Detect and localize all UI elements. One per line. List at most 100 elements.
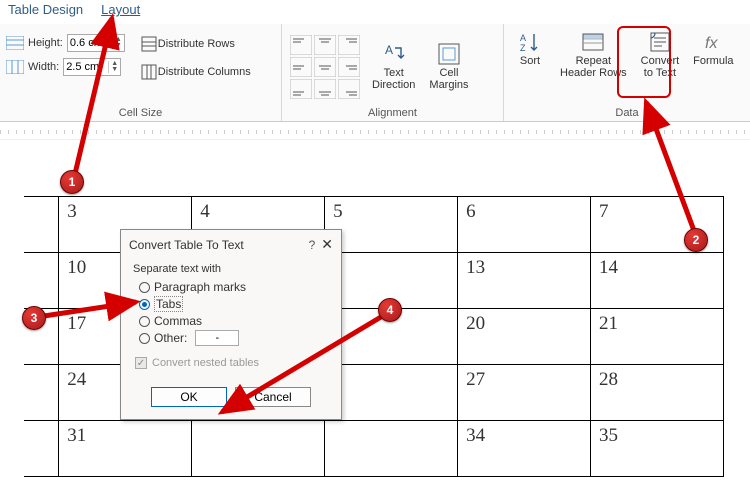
- table-cell[interactable]: 27: [458, 365, 591, 421]
- table-cell[interactable]: [325, 421, 458, 477]
- row-height-input[interactable]: [68, 37, 112, 49]
- ok-button[interactable]: OK: [151, 387, 227, 407]
- cell-margins-icon: [437, 42, 461, 66]
- text-direction-button[interactable]: A Text Direction: [368, 40, 419, 93]
- tab-layout[interactable]: Layout: [101, 2, 140, 22]
- table-row: 31 34 35: [24, 421, 724, 477]
- alignment-grid[interactable]: [288, 33, 362, 101]
- radio-icon: [139, 282, 150, 293]
- table-cell[interactable]: 34: [458, 421, 591, 477]
- radio-label: Paragraph marks: [154, 280, 246, 294]
- group-label-data: Data: [510, 105, 744, 119]
- dialog-help-button[interactable]: ?: [309, 238, 316, 252]
- radio-other[interactable]: Other:: [133, 329, 329, 347]
- table-cell[interactable]: 13: [458, 253, 591, 309]
- convert-to-text-icon: [648, 30, 672, 54]
- table-cell[interactable]: [24, 421, 59, 477]
- align-mc-icon[interactable]: [314, 57, 336, 77]
- repeat-header-rows-button[interactable]: Repeat Header Rows: [556, 28, 631, 81]
- row-height-label: Height:: [28, 37, 63, 49]
- annotation-badge-2: 2: [684, 228, 708, 252]
- convert-to-text-label: Convert to Text: [641, 55, 680, 79]
- table-cell[interactable]: 20: [458, 309, 591, 365]
- checkbox-label: Convert nested tables: [152, 357, 259, 369]
- table-cell[interactable]: 28: [591, 365, 724, 421]
- svg-text:A: A: [520, 33, 526, 43]
- cancel-button[interactable]: Cancel: [235, 387, 311, 407]
- radio-tabs[interactable]: Tabs: [133, 295, 329, 313]
- annotation-badge-3: 3: [22, 306, 46, 330]
- align-ml-icon[interactable]: [290, 57, 312, 77]
- tab-table-design[interactable]: Table Design: [8, 2, 83, 22]
- radio-icon: [139, 316, 150, 327]
- radio-paragraph-marks[interactable]: Paragraph marks: [133, 279, 329, 295]
- radio-label: Tabs: [154, 296, 183, 312]
- align-bc-icon[interactable]: [314, 79, 336, 99]
- table-cell[interactable]: [24, 253, 59, 309]
- table-cell[interactable]: [24, 365, 59, 421]
- radio-icon: [139, 299, 150, 310]
- group-cell-size: Height: ▲▼ Width: ▲▼: [0, 24, 282, 121]
- column-width-control[interactable]: Width: ▲▼: [6, 58, 125, 76]
- convert-to-text-button[interactable]: Convert to Text: [637, 28, 684, 81]
- align-tr-icon[interactable]: [338, 35, 360, 55]
- cell-margins-button[interactable]: Cell Margins: [425, 40, 472, 93]
- row-height-control[interactable]: Height: ▲▼: [6, 34, 125, 52]
- separator-group-label: Separate text with: [133, 263, 329, 275]
- group-data: AZ Sort Repeat Header Rows Convert to Te…: [504, 24, 750, 121]
- radio-commas[interactable]: Commas: [133, 313, 329, 329]
- distribute-columns-icon: [141, 64, 157, 80]
- ribbon-tabs: Table Design Layout: [0, 0, 750, 24]
- table-cell[interactable]: [192, 421, 325, 477]
- radio-label: Commas: [154, 314, 202, 328]
- table-cell[interactable]: 21: [591, 309, 724, 365]
- svg-text:fx: fx: [705, 35, 718, 52]
- table-cell[interactable]: 35: [591, 421, 724, 477]
- convert-table-to-text-dialog: Convert Table To Text ? ✕ Separate text …: [120, 229, 342, 420]
- formula-icon: fx: [701, 30, 725, 54]
- formula-label: Formula: [693, 55, 733, 67]
- align-tl-icon[interactable]: [290, 35, 312, 55]
- table-cell[interactable]: [24, 197, 59, 253]
- row-height-spinner[interactable]: ▲▼: [67, 34, 125, 52]
- text-direction-label: Text Direction: [372, 67, 415, 91]
- column-width-spinner[interactable]: ▲▼: [63, 58, 121, 76]
- column-width-input[interactable]: [64, 61, 108, 73]
- align-br-icon[interactable]: [338, 79, 360, 99]
- formula-button[interactable]: fx Formula: [689, 28, 737, 69]
- sort-button[interactable]: AZ Sort: [510, 28, 550, 69]
- cell-margins-label: Cell Margins: [429, 67, 468, 91]
- repeat-header-label: Repeat Header Rows: [560, 55, 627, 79]
- other-separator-input[interactable]: [195, 330, 239, 346]
- distribute-columns-label: Distribute Columns: [158, 66, 251, 78]
- annotation-badge-1: 1: [60, 170, 84, 194]
- align-tc-icon[interactable]: [314, 35, 336, 55]
- dialog-close-button[interactable]: ✕: [321, 236, 333, 253]
- column-width-label: Width:: [28, 61, 59, 73]
- table-cell[interactable]: 5: [325, 197, 458, 253]
- dialog-title: Convert Table To Text: [129, 238, 303, 252]
- table-cell[interactable]: 31: [59, 421, 192, 477]
- distribute-columns-button[interactable]: Distribute Columns: [137, 62, 255, 82]
- sort-label: Sort: [520, 55, 540, 67]
- radio-icon: [139, 333, 150, 344]
- dialog-titlebar[interactable]: Convert Table To Text ? ✕: [121, 230, 341, 259]
- text-direction-icon: A: [382, 42, 406, 66]
- align-bl-icon[interactable]: [290, 79, 312, 99]
- align-mr-icon[interactable]: [338, 57, 360, 77]
- table-cell[interactable]: [325, 365, 458, 421]
- distribute-rows-button[interactable]: Distribute Rows: [137, 34, 255, 54]
- table-cell[interactable]: 6: [458, 197, 591, 253]
- distribute-rows-icon: [141, 36, 157, 52]
- checkbox-icon: ✓: [135, 357, 147, 369]
- sort-icon: AZ: [518, 30, 542, 54]
- distribute-rows-label: Distribute Rows: [158, 38, 235, 50]
- ribbon: Height: ▲▼ Width: ▲▼: [0, 24, 750, 122]
- annotation-badge-4: 4: [378, 298, 402, 322]
- table-cell[interactable]: 14: [591, 253, 724, 309]
- radio-label: Other:: [154, 331, 187, 345]
- horizontal-ruler: [0, 122, 750, 140]
- column-width-icon: [6, 60, 24, 74]
- group-alignment: A Text Direction Cell Margins Alignment: [282, 24, 504, 121]
- group-label-alignment: Alignment: [288, 105, 497, 119]
